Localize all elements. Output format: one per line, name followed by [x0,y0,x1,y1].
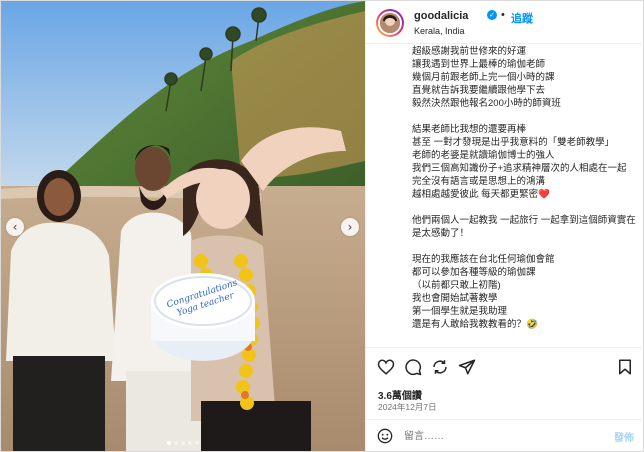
heart-icon[interactable] [377,358,395,376]
caption-line [412,240,640,253]
carousel-dots [1,441,365,445]
comment-input[interactable] [404,428,584,444]
post-comment-button[interactable]: 發佈 [614,429,634,444]
chevron-right-icon[interactable]: › [341,218,359,236]
caption-line: 他們兩個人一起教我 一起旅行 一起拿到這個師資實在是太感動了！ [412,215,636,239]
carousel-dot [195,441,199,445]
caption-line: 第一個學生就是我助理 [412,306,508,317]
caption-line: 我也會開始試著教學 [412,293,498,304]
action-bar [366,347,644,386]
caption-line: 直覺就告訴我要繼續跟他學下去 [412,85,546,96]
post-header: goodalicia ✓ • 追蹤 Kerala, India [366,1,644,44]
carousel-dot [188,441,192,445]
caption-line: 還是有人敢給我教教看的？🤣 [412,319,538,330]
bookmark-icon[interactable] [616,358,634,376]
post-dialog: Congratulations Yoga teacher ‹ › goodali… [0,0,644,452]
caption-line: 幾個月前跟老師上完一個小時的課 [412,72,555,83]
avatar[interactable] [376,9,404,37]
caption-line: 越相處越愛彼此 每天都更緊密❤️ [412,189,550,200]
separator-dot: • [501,9,505,21]
carousel-dot [174,441,178,445]
carousel-dot [181,441,185,445]
send-icon[interactable] [458,358,476,376]
caption-line: 毅然決然跟他報名200小時的師資班 [412,98,561,109]
comment-icon[interactable] [404,358,422,376]
post-side-panel: goodalicia ✓ • 追蹤 Kerala, India 超級感謝我前世修… [365,1,644,452]
likes-count[interactable]: 3.6萬個讚 [378,387,422,402]
post-date[interactable]: 2024年12月7日 [378,401,437,413]
verified-icon: ✓ [487,10,497,20]
chevron-left-icon[interactable]: ‹ [6,218,24,236]
caption-line: 讓我遇到世界上最棒的瑜伽老師 [412,59,546,70]
caption-line: 我們三個高知識份子+追求精神層次的人相處在一起 [412,163,627,174]
caption-line: 超級感謝我前世修來的好運 [412,46,527,57]
share-icon[interactable] [431,358,449,376]
caption-line: 都可以參加各種等級的瑜伽課 [412,267,536,278]
location-link[interactable]: Kerala, India [414,26,465,36]
photo-scene [1,1,365,451]
caption-line [412,201,640,214]
caption-line: 完全沒有語言或是思想上的鴻溝 [412,176,546,187]
caption-line [412,110,640,123]
follow-button[interactable]: 追蹤 [511,10,533,26]
username-link[interactable]: goodalicia [414,10,468,22]
caption-line: （以前都只敢上初階) [412,280,501,291]
post-caption: 超級感謝我前世修來的好運讓我遇到世界上最棒的瑜伽老師 幾個月前跟老師上完一個小時的… [412,45,640,343]
caption-line: 現在的我應該在台北任何瑜伽會館 [412,254,555,265]
comment-bar: 發佈 [366,419,644,452]
post-photo[interactable]: Congratulations Yoga teacher ‹ › [1,1,365,451]
caption-line: 甚至 一對才發現是出乎我意料的「雙老師教學」 [412,137,615,148]
caption-line: 老師的老婆是就讀瑜伽博士的強人 [412,150,555,161]
caption-line: 結果老師比我想的還要再棒 [412,124,527,135]
carousel-dot [167,441,171,445]
emoji-icon[interactable] [377,428,393,444]
